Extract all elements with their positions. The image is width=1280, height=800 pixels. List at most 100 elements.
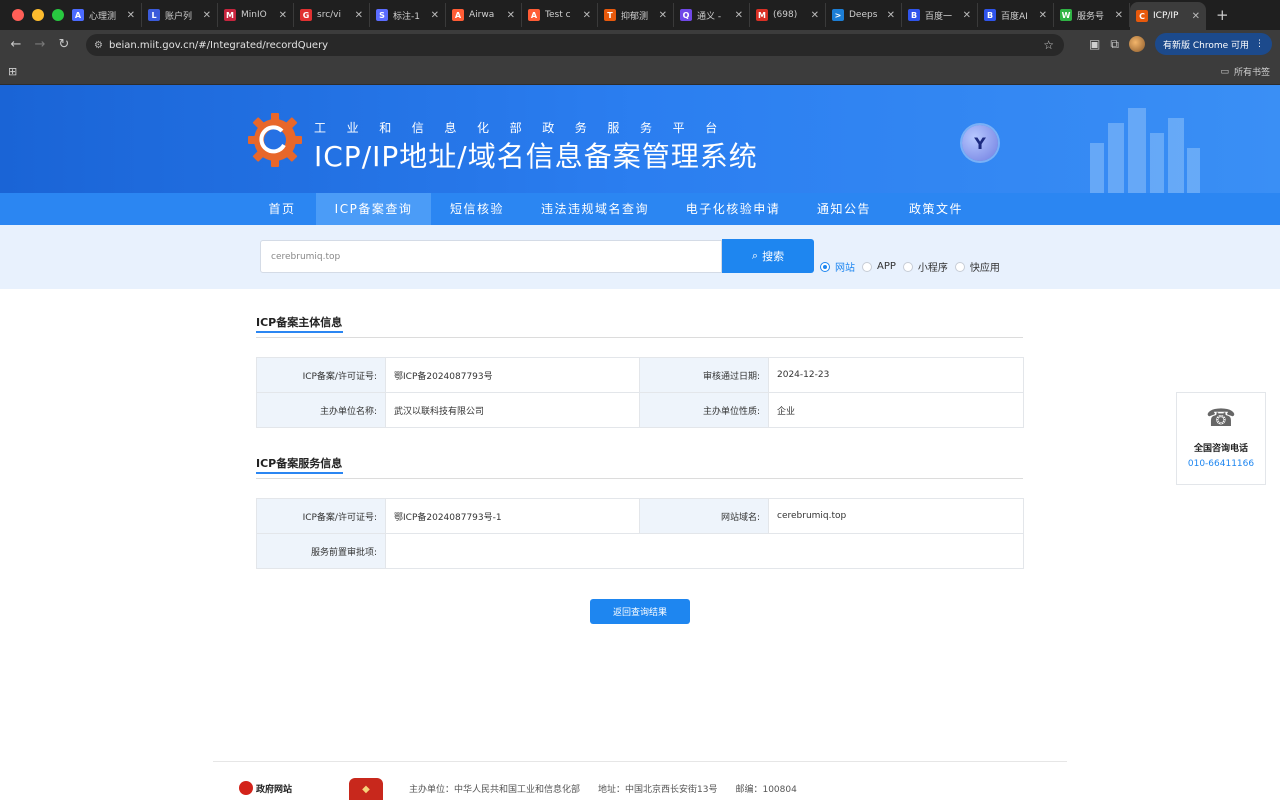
domain-value: cerebrumiq.top — [768, 498, 1024, 534]
radio-app[interactable]: APP — [862, 261, 896, 272]
nav-policies[interactable]: 政策文件 — [900, 193, 972, 225]
nav-illegal-domain-query[interactable]: 违法违规域名查询 — [534, 193, 656, 225]
license-label: ICP备案/许可证号: — [256, 357, 386, 393]
table-row: ICP备案/许可证号: 鄂ICP备2024087793号-1 网站域名: cer… — [256, 498, 1024, 534]
tab-close-icon[interactable]: ✕ — [659, 10, 667, 21]
tab-favicon-icon: > — [832, 9, 844, 21]
tab-favicon-icon: L — [148, 9, 160, 21]
nav-sms-verify[interactable]: 短信核验 — [440, 193, 514, 225]
preapproval-value — [385, 533, 1024, 569]
radio-dot — [954, 261, 965, 272]
tab-close-icon[interactable]: ✕ — [203, 10, 211, 21]
tab-favicon-icon: A — [72, 9, 84, 21]
tab-title: 抑郁测 — [621, 11, 649, 22]
hotline-widget[interactable]: ☎ 全国咨询电话 010-66411166 — [1176, 392, 1266, 485]
service-license-label: ICP备案/许可证号: — [256, 498, 386, 534]
tab-close-icon[interactable]: ✕ — [735, 10, 743, 21]
translate-icon[interactable]: ▣ — [1089, 37, 1100, 51]
tab-title: Test c — [545, 10, 571, 20]
tab-close-icon[interactable]: ✕ — [127, 10, 135, 21]
search-band: ⌕ 搜索 网站 APP 小程序 快应用 — [0, 225, 1280, 289]
site-header: 工业和信息化部政务服务平台 ICP/IP地址/域名信息备案管理系统 Y — [0, 85, 1280, 193]
nav-home[interactable]: 首页 — [256, 193, 308, 225]
tab-close-icon[interactable]: ✕ — [279, 10, 287, 21]
extensions-icon[interactable]: ⧉ — [1110, 37, 1119, 52]
platform-emblem-icon: Y — [962, 125, 998, 161]
tab-title: ICP/IP — [1153, 11, 1179, 21]
chrome-update-button[interactable]: 有新版 Chrome 可用 ⋮ — [1154, 33, 1272, 55]
bookmark-star-icon[interactable]: ☆ — [1043, 38, 1054, 52]
browser-tab[interactable]: Gsrc/vi ✕ — [294, 3, 370, 27]
table-row: 主办单位名称: 武汉以联科技有限公司 主办单位性质: 企业 — [256, 392, 1024, 428]
footer-address: 地址：中国北京西长安街13号 — [598, 785, 718, 795]
tab-close-icon[interactable]: ✕ — [1115, 10, 1123, 21]
browser-tab[interactable]: Q 通义 - ✕ — [674, 3, 750, 27]
tab-close-icon[interactable]: ✕ — [355, 10, 363, 21]
tab-favicon-icon: S — [376, 9, 388, 21]
tab-close-icon[interactable]: ✕ — [1039, 10, 1047, 21]
back-arrow-icon[interactable]: ← — [4, 37, 28, 52]
browser-tab[interactable]: M (698) ✕ — [750, 3, 826, 27]
forward-arrow-icon[interactable]: → — [28, 37, 52, 52]
browser-tab[interactable]: A Airwa ✕ — [446, 3, 522, 27]
maximize-window-button[interactable] — [52, 9, 64, 21]
police-badge-icon[interactable]: ◆ — [349, 778, 383, 800]
all-bookmarks-label: 所有书签 — [1233, 68, 1270, 78]
tab-close-icon[interactable]: ✕ — [507, 10, 515, 21]
browser-tab[interactable]: B 百度一 ✕ — [902, 3, 978, 27]
preapproval-label: 服务前置审批项: — [256, 533, 386, 569]
search-button-label: 搜索 — [762, 250, 785, 263]
nav-electronic-verify[interactable]: 电子化核验申请 — [678, 193, 788, 225]
approval-date-value: 2024-12-23 — [768, 357, 1024, 393]
tab-close-icon[interactable]: ✕ — [431, 10, 439, 21]
toolbar-actions: ▣ ⧉ 有新版 Chrome 可用 ⋮ — [1089, 33, 1272, 55]
all-bookmarks-button[interactable]: ▭ 所有书签 — [1220, 65, 1270, 79]
browser-tab[interactable]: A 心理测 ✕ — [66, 3, 142, 27]
back-to-results-button[interactable]: 返回查询结果 — [590, 599, 690, 624]
hotline-number: 010-66411166 — [1187, 459, 1255, 469]
search-button[interactable]: ⌕ 搜索 — [722, 239, 814, 273]
tab-title: 心理测 — [89, 11, 117, 22]
tab-close-icon[interactable]: ✕ — [963, 10, 971, 21]
browser-tab[interactable]: L 账户列 ✕ — [142, 3, 218, 27]
tab-close-icon[interactable]: ✕ — [887, 10, 895, 21]
browser-tab[interactable]: C ICP/IP ✕ — [1130, 2, 1206, 30]
tab-favicon-icon: B — [984, 9, 996, 21]
browser-tab[interactable]: M MinIO ✕ — [218, 3, 294, 27]
browser-tab[interactable]: A Test c ✕ — [522, 3, 598, 27]
reload-icon[interactable]: ↻ — [52, 37, 76, 52]
tab-close-icon[interactable]: ✕ — [1192, 11, 1200, 22]
radio-website[interactable]: 网站 — [820, 259, 855, 274]
gov-site-logo[interactable]: 政府网站 — [239, 781, 292, 795]
browser-tab[interactable]: W 服务号 ✕ — [1054, 3, 1130, 27]
gov-site-label: 政府网站 — [256, 784, 293, 795]
tab-close-icon[interactable]: ✕ — [583, 10, 591, 21]
minimize-window-button[interactable] — [32, 9, 44, 21]
tab-close-icon[interactable]: ✕ — [811, 10, 819, 21]
telephone-icon: ☎ — [1206, 404, 1236, 432]
search-input[interactable] — [260, 240, 722, 273]
browser-tab[interactable]: T 抑郁测 ✕ — [598, 3, 674, 27]
address-bar[interactable]: ⚙ beian.miit.gov.cn/#/Integrated/recordQ… — [86, 34, 1064, 56]
section-title-underline — [256, 472, 343, 474]
browser-tab[interactable]: B 百度AI ✕ — [978, 3, 1054, 27]
radio-quick-app[interactable]: 快应用 — [954, 259, 1000, 274]
sponsor-type-label: 主办单位性质: — [639, 392, 769, 428]
browser-tab[interactable]: S 标注-1 ✕ — [370, 3, 446, 27]
browser-tab[interactable]: > Deeps ✕ — [826, 3, 902, 27]
service-license-value: 鄂ICP备2024087793号-1 — [385, 498, 640, 534]
site-settings-icon[interactable]: ⚙ — [94, 40, 103, 51]
nav-icp-query[interactable]: ICP备案查询 — [316, 193, 431, 225]
close-window-button[interactable] — [12, 9, 24, 21]
main-nav: 首页 ICP备案查询 短信核验 违法违规域名查询 电子化核验申请 通知公告 政策… — [0, 193, 1280, 225]
radio-mini-program[interactable]: 小程序 — [902, 259, 948, 274]
section-divider — [256, 337, 1023, 338]
tab-title: (698) — [773, 10, 798, 20]
apps-grid-icon[interactable]: ⊞ — [8, 65, 17, 78]
browser-tab-strip: A 心理测 ✕ L 账户列 ✕ M MinIO ✕ Gsrc/vi ✕ S 标注-1 ✕ A Airwa ✕ A T… — [0, 0, 1280, 30]
profile-avatar[interactable] — [1128, 36, 1145, 52]
tab-title: 服务号 — [1077, 11, 1105, 22]
nav-notices[interactable]: 通知公告 — [808, 193, 880, 225]
new-tab-button[interactable]: + — [1216, 6, 1229, 24]
tab-favicon-icon: A — [452, 9, 464, 21]
